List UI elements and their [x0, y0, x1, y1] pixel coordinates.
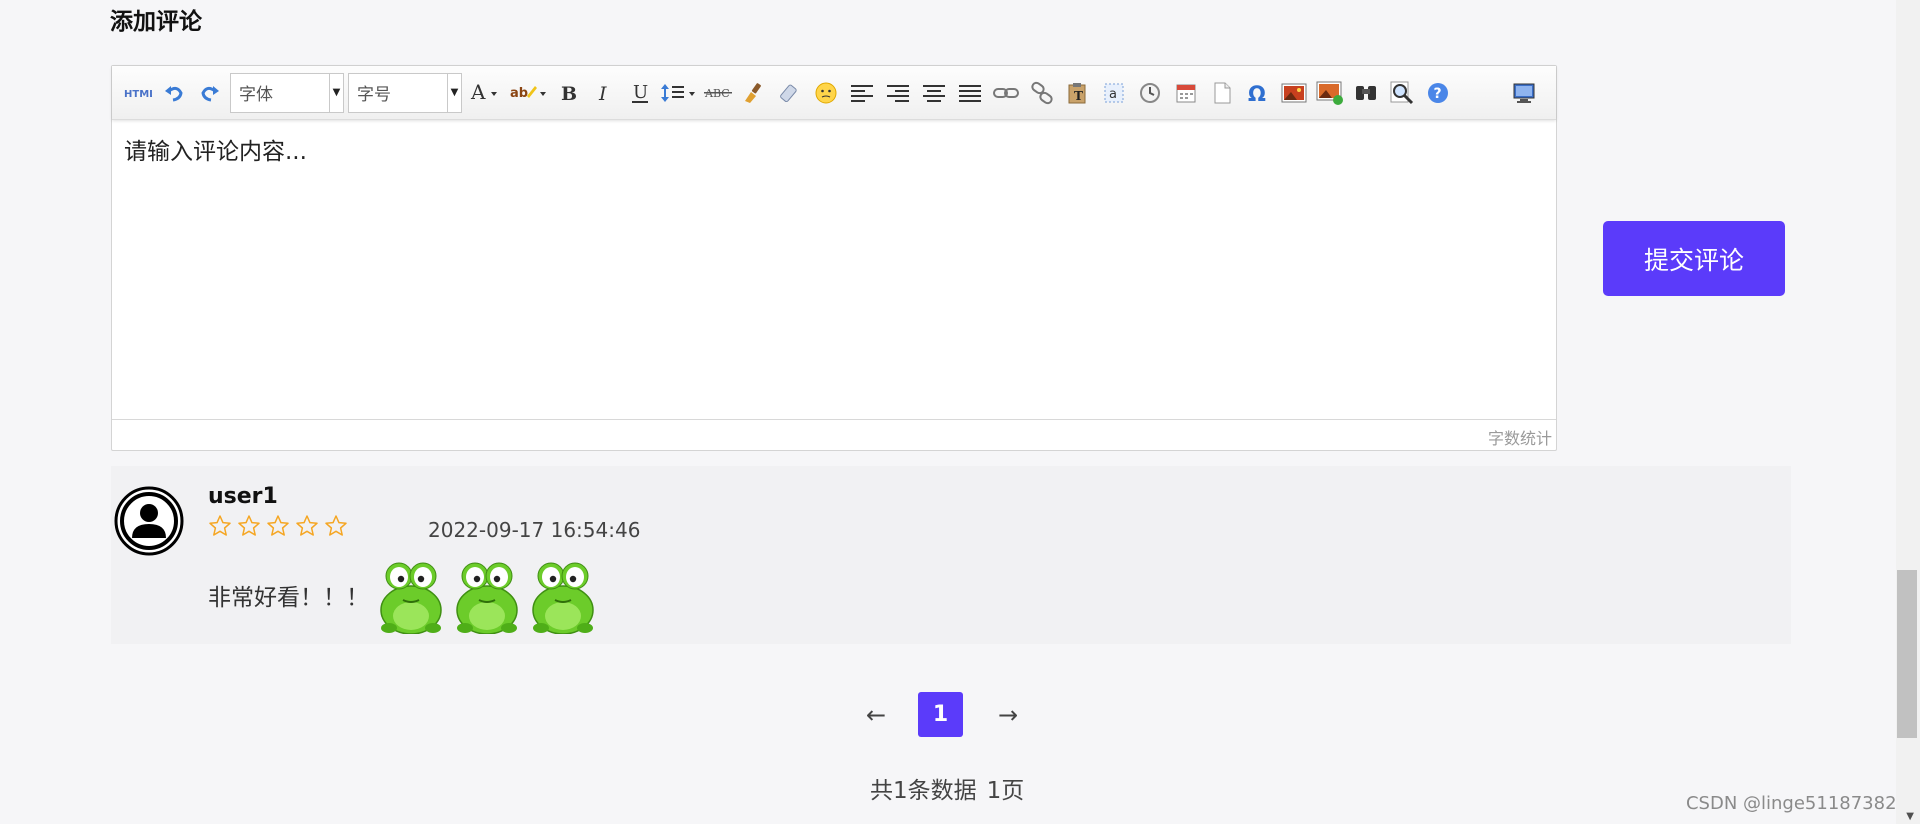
total-pages: 1页 [986, 778, 1025, 804]
svg-text:ab: ab [510, 86, 528, 101]
html-source-icon[interactable]: HTML [120, 75, 156, 111]
rich-text-editor: HTML 字体 ▼ 字号 ▼ A ab B [111, 65, 1557, 451]
font-size-placeholder: 字号 [357, 85, 391, 105]
search-replace-icon[interactable] [1348, 75, 1384, 111]
font-size-select[interactable]: 字号 ▼ [348, 72, 462, 113]
star-icon[interactable] [237, 514, 261, 538]
svg-text:U: U [633, 82, 648, 103]
editor-placeholder: 请输入评论内容... [124, 139, 307, 165]
preview-icon[interactable] [1384, 75, 1420, 111]
align-justify-icon[interactable] [952, 75, 988, 111]
word-count: 字数统计 [112, 419, 1556, 450]
svg-text:A: A [470, 82, 486, 104]
page-break-icon[interactable] [1204, 75, 1240, 111]
font-family-select[interactable]: 字体 ▼ [230, 72, 344, 113]
underline-icon[interactable]: U [622, 75, 658, 111]
svg-text:Ω: Ω [1248, 82, 1266, 104]
svg-text:a: a [1109, 87, 1117, 102]
date-icon[interactable] [1168, 75, 1204, 111]
pagination-info: 共1条数据 1页 [870, 771, 1024, 805]
star-icon[interactable] [208, 514, 232, 538]
time-icon[interactable] [1132, 75, 1168, 111]
paste-text-icon[interactable]: T [1060, 75, 1096, 111]
multi-image-icon[interactable] [1312, 75, 1348, 111]
format-brush-icon[interactable] [736, 75, 772, 111]
editor-toolbar: HTML 字体 ▼ 字号 ▼ A ab B [112, 66, 1556, 120]
comment-emojis [377, 556, 597, 634]
avatar [114, 486, 184, 556]
line-height-icon[interactable] [658, 75, 700, 111]
svg-text:B: B [561, 83, 577, 103]
italic-icon[interactable]: I [586, 75, 622, 111]
align-left-icon[interactable] [844, 75, 880, 111]
align-center-icon[interactable] [916, 75, 952, 111]
frog-emoji-icon [532, 562, 594, 634]
special-char-icon[interactable]: Ω [1240, 75, 1276, 111]
svg-text:I: I [598, 83, 607, 103]
page: 添加评论 HTML 字体 ▼ 字号 ▼ A a [0, 0, 1920, 824]
redo-icon[interactable] [192, 75, 228, 111]
comment-text: 非常好看！！！ [208, 585, 369, 611]
font-color-icon[interactable]: A [464, 75, 506, 111]
scrollbar[interactable]: ▼ [1896, 0, 1920, 824]
frog-emoji-icon [456, 562, 518, 634]
fullscreen-icon[interactable] [1506, 75, 1542, 111]
star-icon[interactable] [266, 514, 290, 538]
strikethrough-icon[interactable]: ABC [700, 75, 736, 111]
chevron-down-icon: ▼ [447, 73, 461, 112]
prev-page-button[interactable]: ← [858, 701, 894, 729]
section-title: 添加评论 [110, 9, 202, 35]
help-icon[interactable]: ? [1420, 75, 1456, 111]
svg-text:HTML: HTML [124, 89, 152, 100]
scrollbar-thumb[interactable] [1897, 570, 1917, 738]
eraser-icon[interactable] [772, 75, 808, 111]
link-icon[interactable] [988, 75, 1024, 111]
page-number-current[interactable]: 1 [918, 692, 963, 737]
comment-username: user1 [208, 484, 278, 509]
svg-text:?: ? [1434, 86, 1442, 102]
scroll-down-arrow-icon[interactable]: ▼ [1906, 811, 1914, 822]
next-page-button[interactable]: → [990, 701, 1026, 729]
align-right-icon[interactable] [880, 75, 916, 111]
bold-icon[interactable]: B [550, 75, 586, 111]
editor-content-area[interactable]: 请输入评论内容... [112, 120, 1556, 419]
image-icon[interactable] [1276, 75, 1312, 111]
unlink-icon[interactable] [1024, 75, 1060, 111]
star-icon[interactable] [324, 514, 348, 538]
highlight-color-icon[interactable]: ab [506, 75, 550, 111]
font-family-placeholder: 字体 [239, 85, 273, 105]
submit-comment-button[interactable]: 提交评论 [1603, 221, 1785, 296]
comment-time: 2022-09-17 16:54:46 [428, 518, 641, 542]
comment-item: user1 2022-09-17 16:54:46 非常好看！！！ [111, 466, 1791, 644]
undo-icon[interactable] [156, 75, 192, 111]
anchor-icon[interactable]: a [1096, 75, 1132, 111]
chevron-down-icon: ▼ [329, 73, 343, 112]
frog-emoji-icon [380, 562, 442, 634]
rating-stars[interactable] [208, 514, 348, 538]
pagination: ← 1 → [858, 692, 1026, 737]
svg-text:T: T [1074, 89, 1083, 103]
emoticon-icon[interactable] [808, 75, 844, 111]
watermark: CSDN @linge511873822 [1685, 793, 1908, 814]
star-icon[interactable] [295, 514, 319, 538]
total-records: 共1条数据 [870, 778, 977, 804]
